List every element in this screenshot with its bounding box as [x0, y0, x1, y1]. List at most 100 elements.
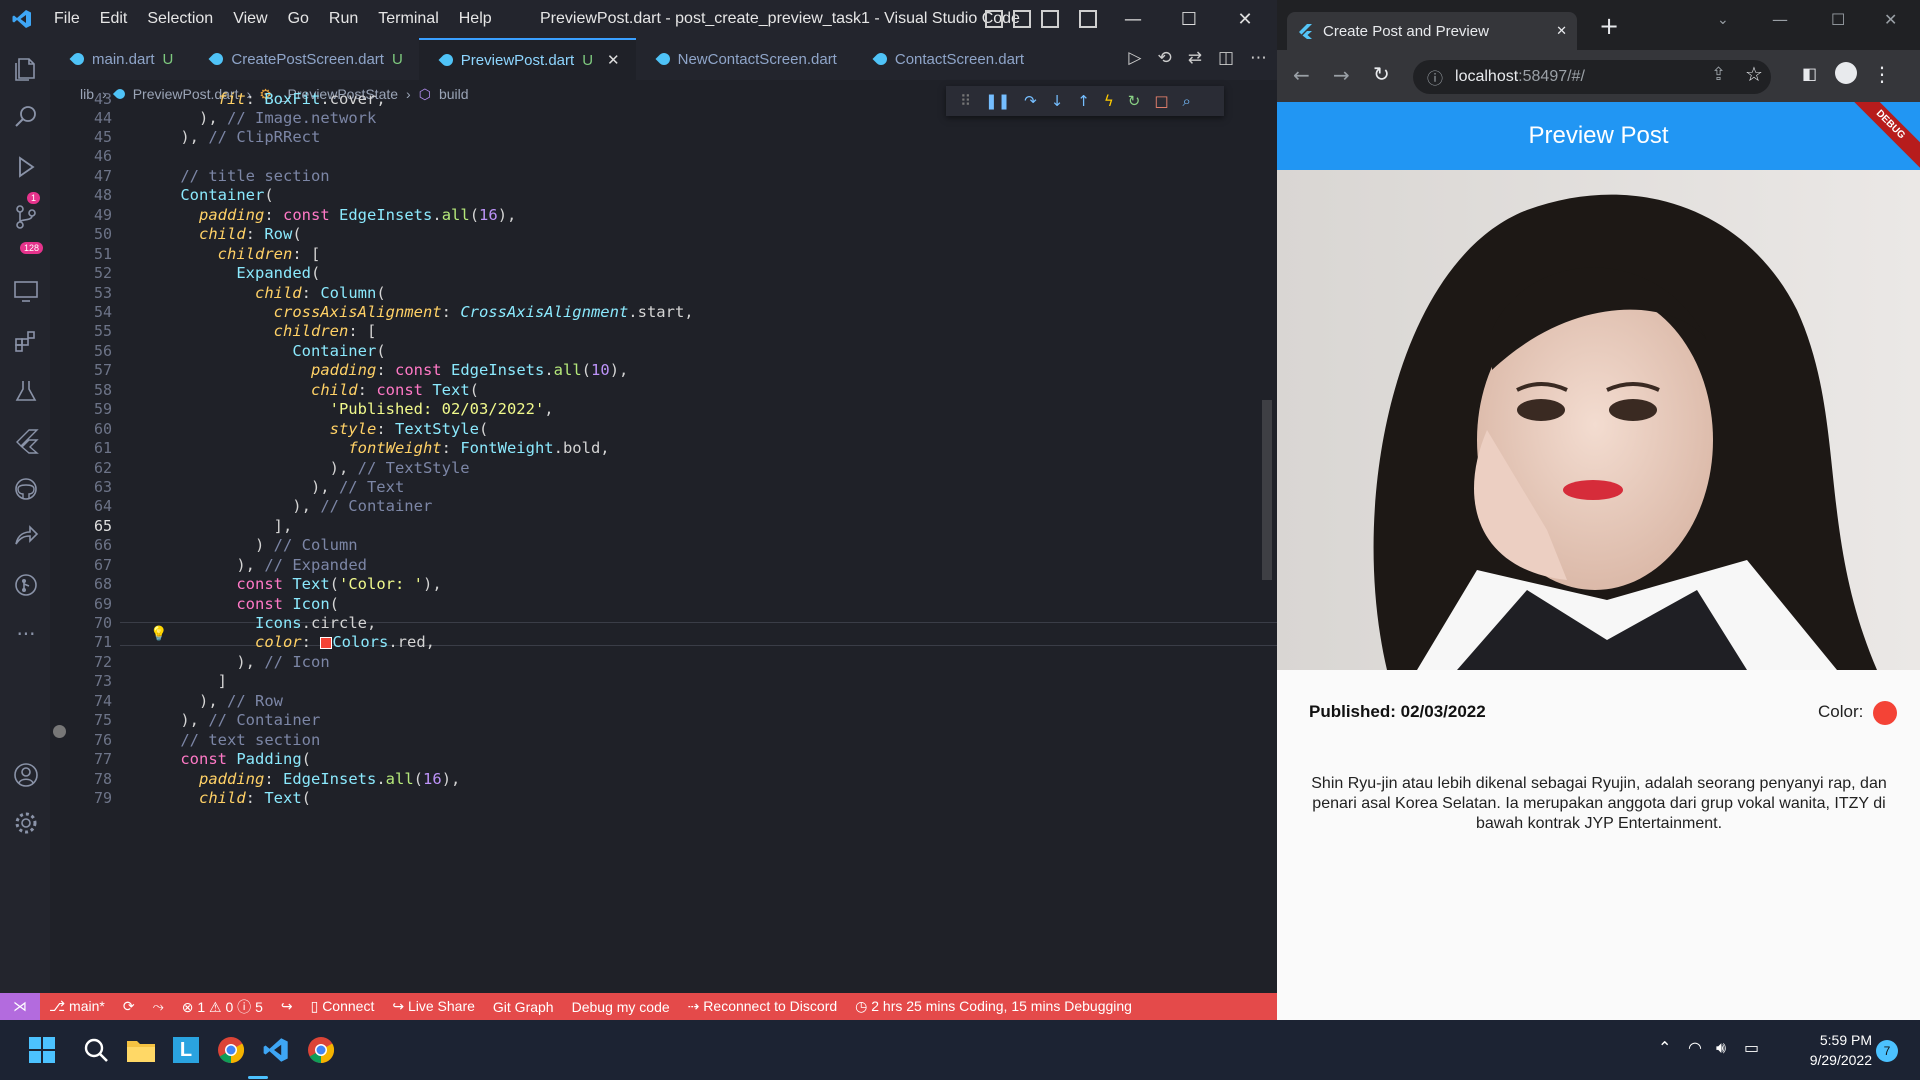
sync-icon[interactable]: ⟳: [114, 998, 144, 1015]
menu-edit[interactable]: Edit: [90, 10, 138, 28]
coding-time[interactable]: ◷ 2 hrs 25 mins Coding, 15 mins Debuggin…: [846, 998, 1141, 1015]
close-window-button[interactable]: ✕: [1217, 0, 1273, 38]
show-hidden-icons-icon[interactable]: ⌃: [1658, 1038, 1671, 1057]
chrome-app-icon[interactable]: [213, 1032, 249, 1068]
chrome-app-icon-2[interactable]: [303, 1032, 339, 1068]
git-graph-button[interactable]: Git Graph: [484, 999, 563, 1015]
notification-count-badge[interactable]: 7: [1876, 1040, 1898, 1062]
step-out-icon[interactable]: ↑: [1077, 92, 1090, 110]
stop-icon[interactable]: □: [1154, 92, 1168, 110]
volume-icon[interactable]: 🔊︎: [1716, 1038, 1726, 1058]
remote-explorer-icon[interactable]: [13, 278, 39, 304]
bookmark-star-icon[interactable]: ☆: [1745, 62, 1763, 86]
dart-file-icon: [655, 50, 673, 68]
live-share-button[interactable]: ↪ Live Share: [383, 998, 484, 1015]
new-tab-button[interactable]: +: [1599, 12, 1619, 40]
menu-file[interactable]: File: [44, 10, 90, 28]
tab-contactscreen[interactable]: ContactScreen.dart: [853, 38, 1040, 80]
editor-vertical-scrollbar[interactable]: [1260, 110, 1274, 990]
toggle-panel-icon[interactable]: [1013, 10, 1031, 28]
settings-gear-icon[interactable]: [13, 810, 39, 836]
toggle-sidebar-icon[interactable]: [985, 10, 1003, 28]
tab-previewpost[interactable]: PreviewPost.dart U ✕: [418, 38, 636, 80]
problems-indicator[interactable]: ⊗ 1 ⚠ 0 ⓘ 5: [173, 997, 272, 1017]
launcher-l-icon[interactable]: L: [168, 1032, 204, 1068]
restart-icon[interactable]: ↻: [1128, 92, 1141, 110]
breakpoint-icon[interactable]: [53, 725, 66, 738]
chrome-menu-icon[interactable]: ⋮: [1872, 62, 1892, 86]
close-tab-icon[interactable]: ✕: [1556, 23, 1567, 39]
extensions-icon[interactable]: [13, 328, 39, 354]
explorer-icon[interactable]: [13, 56, 39, 82]
side-panel-icon[interactable]: ◧: [1802, 64, 1817, 83]
live-share-status-icon[interactable]: ↪: [272, 998, 302, 1015]
inspect-widget-icon[interactable]: ⌕: [1183, 92, 1191, 110]
chrome-tab-active[interactable]: Create Post and Preview ✕: [1287, 12, 1577, 50]
profile-avatar[interactable]: [1835, 62, 1857, 84]
live-share-icon[interactable]: [13, 524, 39, 550]
flutter-icon[interactable]: [13, 428, 39, 454]
line-number: 67: [93, 556, 112, 574]
connect-button[interactable]: ▯ Connect: [302, 998, 384, 1015]
tab-modified-indicator: U: [162, 50, 174, 68]
menu-run[interactable]: Run: [319, 10, 368, 28]
customize-layout-icon[interactable]: [1079, 10, 1097, 28]
pause-icon[interactable]: ❚❚: [985, 92, 1010, 110]
menu-selection[interactable]: Selection: [137, 10, 223, 28]
more-icon[interactable]: ···: [13, 622, 39, 648]
step-over-icon[interactable]: ↷: [1024, 92, 1037, 110]
testing-icon[interactable]: [13, 378, 39, 404]
share-icon[interactable]: ⇪: [1711, 64, 1726, 85]
minimize-button[interactable]: —: [1105, 0, 1161, 38]
tab-search-icon[interactable]: ⌄: [1717, 12, 1729, 28]
remote-indicator-icon[interactable]: ⋊: [0, 993, 40, 1020]
forward-icon[interactable]: →: [1333, 63, 1350, 87]
github-icon[interactable]: [13, 476, 39, 502]
file-explorer-icon[interactable]: [123, 1032, 159, 1068]
system-clock[interactable]: 5:59 PM 9/29/2022: [1796, 1030, 1872, 1070]
git-branch[interactable]: ⎇ main*: [40, 998, 114, 1015]
scrollbar-thumb[interactable]: [1262, 400, 1272, 580]
menu-view[interactable]: View: [223, 10, 277, 28]
tab-createpostscreen[interactable]: CreatePostScreen.dart U: [189, 38, 418, 80]
pull-request-icon[interactable]: ⤳: [144, 998, 173, 1015]
menu-go[interactable]: Go: [278, 10, 319, 28]
vscode-app-icon[interactable]: [258, 1032, 294, 1068]
git-graph-icon[interactable]: [13, 572, 39, 598]
chrome-minimize-button[interactable]: —: [1772, 10, 1788, 29]
drag-handle-icon[interactable]: ⠿: [960, 92, 971, 110]
debug-my-code-button[interactable]: Debug my code: [563, 999, 679, 1015]
tab-newcontactscreen[interactable]: NewContactScreen.dart: [636, 38, 853, 80]
menu-terminal[interactable]: Terminal: [368, 10, 448, 28]
battery-icon[interactable]: ▭: [1744, 1038, 1759, 1057]
step-into-icon[interactable]: ↓: [1051, 92, 1064, 110]
run-file-icon[interactable]: ▷: [1128, 48, 1141, 68]
search-icon[interactable]: [13, 104, 39, 130]
compare-changes-icon[interactable]: ⇄: [1188, 48, 1202, 68]
code-editor[interactable]: 43 44 45 46 47 48 49 50 51 52 53 54 55 56 57 58 59 60 61 62…: [50, 90, 1277, 990]
split-editor-icon[interactable]: ◫: [1218, 48, 1234, 68]
toggle-secondary-sidebar-icon[interactable]: [1041, 10, 1059, 28]
breadcrumb-method[interactable]: build: [439, 86, 469, 102]
back-icon[interactable]: ←: [1293, 63, 1310, 87]
reload-icon[interactable]: ↻: [1373, 62, 1390, 86]
accounts-icon[interactable]: [13, 762, 39, 788]
site-info-icon[interactable]: ⓘ: [1427, 65, 1443, 89]
run-debug-icon[interactable]: [13, 154, 39, 180]
wifi-icon[interactable]: ◠: [1688, 1038, 1702, 1057]
discord-reconnect-button[interactable]: ⇢ Reconnect to Discord: [679, 998, 846, 1015]
maximize-button[interactable]: ☐: [1161, 0, 1217, 38]
chrome-maximize-button[interactable]: ☐: [1831, 10, 1845, 29]
vscode-logo-icon: [0, 0, 44, 38]
line-number: 78: [93, 770, 112, 788]
start-windows-icon[interactable]: [24, 1032, 60, 1068]
more-actions-icon[interactable]: ⋯: [1250, 48, 1267, 68]
source-control-icon[interactable]: [13, 204, 39, 230]
close-tab-icon[interactable]: ✕: [607, 51, 620, 69]
tab-main-dart[interactable]: main.dart U: [50, 38, 189, 80]
taskbar-search-icon[interactable]: [78, 1032, 114, 1068]
menu-help[interactable]: Help: [449, 10, 502, 28]
chrome-close-button[interactable]: ✕: [1884, 10, 1897, 29]
timeline-icon[interactable]: ⟲: [1157, 48, 1171, 68]
hot-reload-icon[interactable]: ϟ: [1104, 92, 1114, 110]
